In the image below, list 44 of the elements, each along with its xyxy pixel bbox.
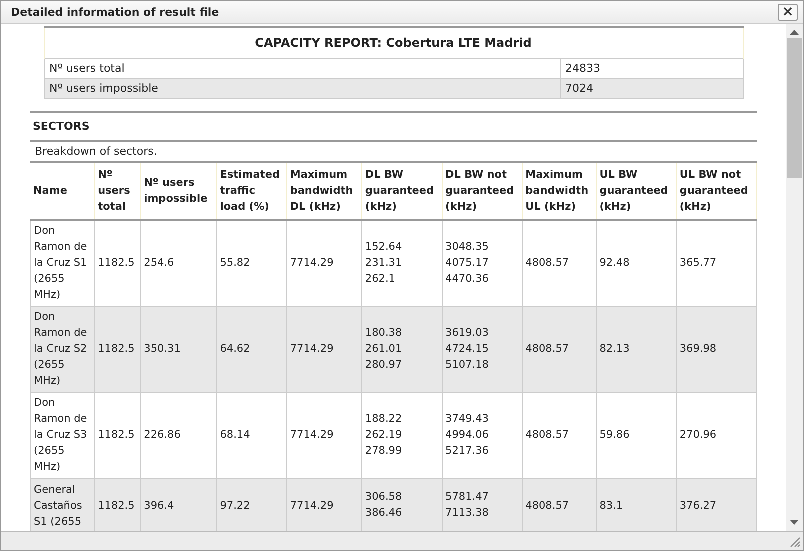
table-cell: 376.27 (676, 478, 756, 531)
section-description: Breakdown of sectors. (30, 142, 757, 163)
table-cell: General Castaños S1 (2655 (30, 478, 95, 531)
resize-grip-icon[interactable] (790, 537, 800, 547)
column-header: Maximum bandwidth DL (kHz) (286, 163, 362, 220)
table-cell: 7714.29 (286, 478, 362, 531)
table-cell: 82.13 (596, 306, 676, 392)
scrollbar-thumb[interactable] (787, 38, 802, 178)
column-header: UL BW not guaranteed (kHz) (676, 163, 756, 220)
column-header: Maximum bandwidth UL (kHz) (522, 163, 596, 220)
table-cell: 396.4 (140, 478, 217, 531)
column-header: Estimated traffic load (%) (216, 163, 287, 220)
table-cell: 369.98 (676, 306, 756, 392)
table-cell: 97.22 (216, 478, 287, 531)
window-title: Detailed information of result file (11, 6, 220, 18)
column-header: Name (30, 163, 95, 220)
column-header: DL BW not guaranteed (kHz) (442, 163, 522, 220)
column-header: Nº users impossible (140, 163, 217, 220)
table-cell: 1182.5 (94, 478, 141, 531)
table-cell: 64.62 (216, 306, 287, 392)
table-cell: 306.58 386.46 (362, 478, 442, 531)
scroll-up-icon[interactable] (790, 30, 799, 35)
table-cell: 7714.29 (286, 306, 362, 392)
table-cell: Nº users total (44, 58, 560, 78)
scroll-down-icon[interactable] (790, 520, 799, 525)
table-cell: 180.38 261.01 280.97 (362, 306, 442, 392)
table-cell: Don Ramon de la Cruz S2 (2655 MHz) (30, 306, 95, 392)
table-cell: 7024 (560, 78, 743, 98)
table-cell: 83.1 (596, 478, 676, 531)
table-cell: 350.31 (140, 306, 217, 392)
column-header: Nº users total (94, 163, 141, 220)
column-header: DL BW guaranteed (kHz) (362, 163, 442, 220)
table-cell: 4808.57 (522, 306, 596, 392)
table-cell: 3619.03 4724.15 5107.18 (442, 306, 522, 392)
section-title: SECTORS (30, 111, 757, 142)
table-cell: 4808.57 (522, 478, 596, 531)
table-cell: 24833 (560, 58, 743, 78)
column-header: UL BW guaranteed (kHz) (596, 163, 676, 220)
table-cell: 5781.47 7113.38 (442, 478, 522, 531)
scrollbar[interactable] (786, 24, 803, 531)
table-cell: Nº users impossible (44, 78, 560, 98)
report-title: CAPACITY REPORT: Cobertura LTE Madrid (44, 27, 743, 58)
close-button[interactable]: × (778, 4, 798, 20)
table-cell: 1182.5 (94, 306, 141, 392)
